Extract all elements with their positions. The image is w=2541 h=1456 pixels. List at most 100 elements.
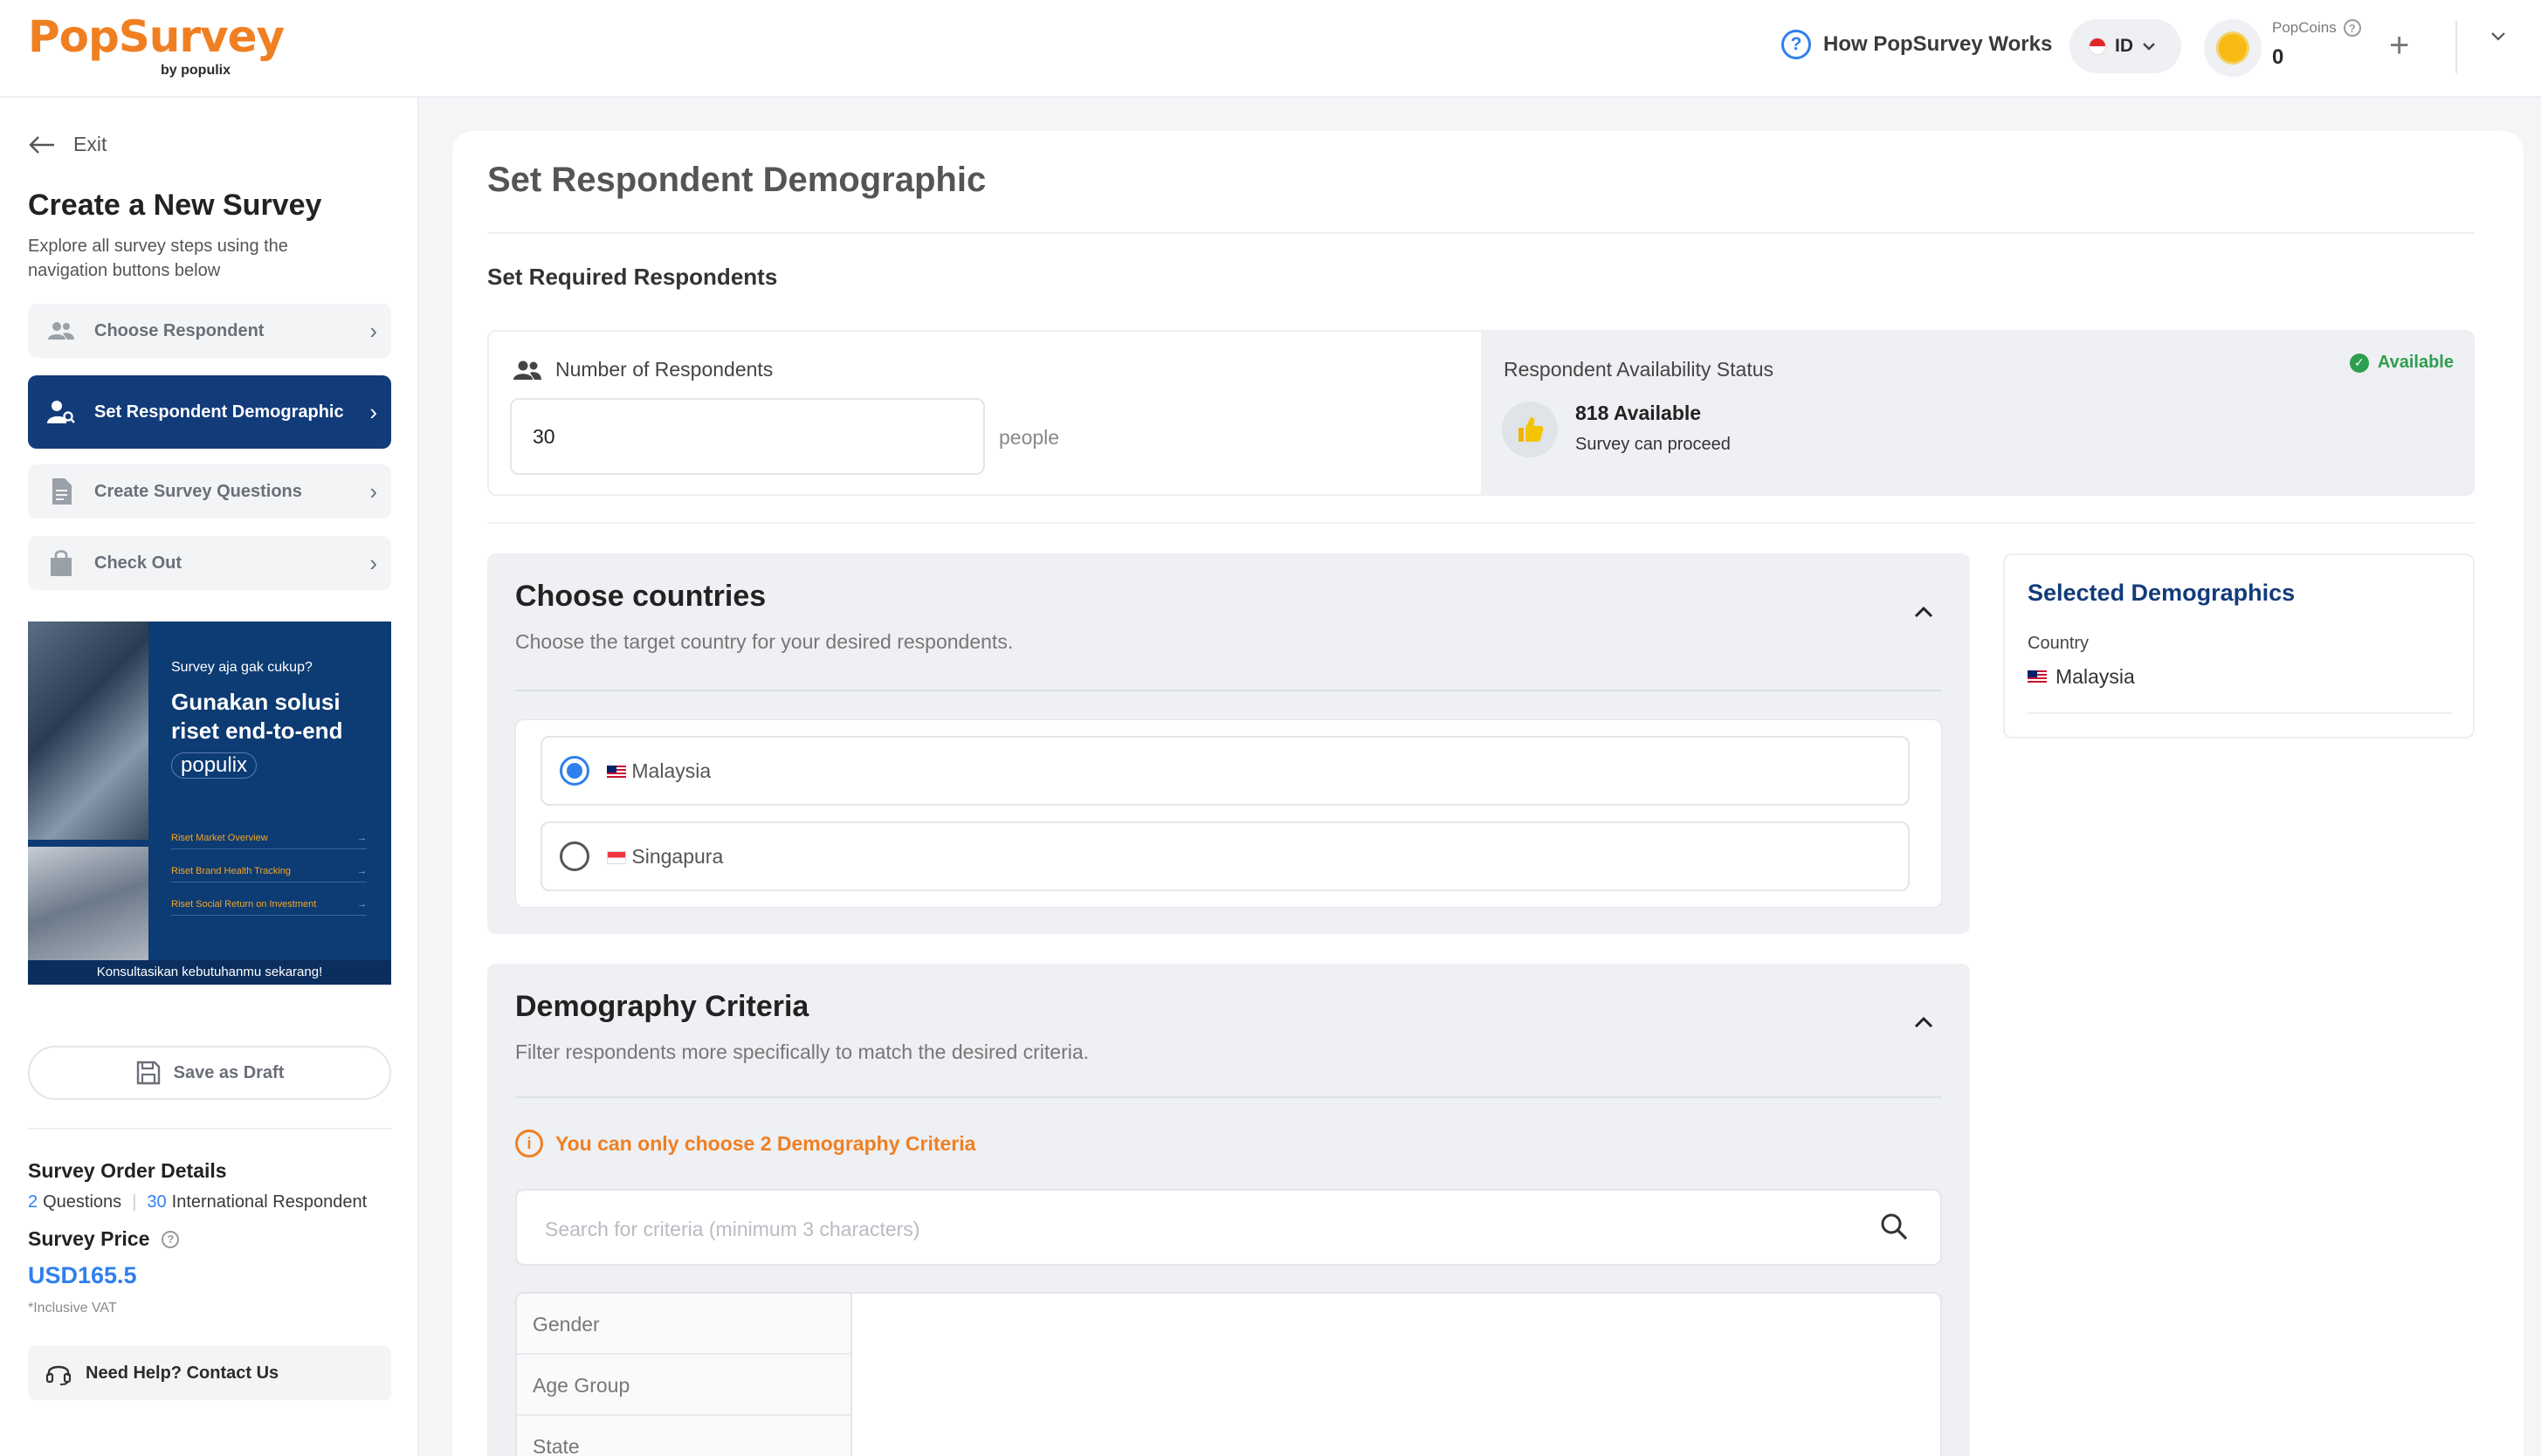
info-icon[interactable]: ? (2343, 19, 2361, 37)
sidebar: Exit Create a New Survey Explore all sur… (0, 98, 419, 1456)
people-icon (47, 317, 75, 345)
populix-promo-banner[interactable]: Survey aja gak cukup? Gunakan solusi ris… (28, 622, 391, 985)
headset-icon (45, 1365, 72, 1385)
divider (515, 1096, 1942, 1098)
availability-note: Survey can proceed (1575, 435, 1731, 454)
add-popcoins-button[interactable]: + (2389, 24, 2409, 66)
bag-icon (47, 549, 75, 577)
main-content-card: Set Respondent Demographic Set Required … (452, 131, 2524, 1456)
banner-link-sroi[interactable]: Riset Social Return on Investment → (171, 899, 367, 916)
step-check-out[interactable]: Check Out › (28, 536, 391, 590)
arrow-right-icon: → (357, 833, 367, 843)
demography-criteria-title: Demography Criteria (515, 990, 809, 1023)
respondents-box: Number of Respondents 30 people Responde… (487, 330, 2475, 496)
criteria-list: Gender Age Group State (517, 1294, 852, 1456)
order-summary: 2 Questions | 30 International Respondent (28, 1192, 368, 1212)
popcoins-label: PopCoins ? (2272, 19, 2361, 37)
number-of-respondents-section: Number of Respondents 30 people (489, 332, 1481, 494)
banner-link-market-overview[interactable]: Riset Market Overview → (171, 833, 367, 849)
chevron-up-icon[interactable] (1914, 1016, 1933, 1028)
criteria-item-state[interactable]: State (517, 1416, 850, 1456)
demography-criteria-description: Filter respondents more specifically to … (515, 1040, 1090, 1063)
banner-cta[interactable]: Konsultasikan kebutuhanmu sekarang! (28, 960, 391, 985)
criteria-selector: Gender Age Group State (515, 1292, 1942, 1456)
available-badge: ✓ Available (2349, 353, 2454, 373)
availability-section: Respondent Availability Status ✓ Availab… (1481, 332, 2473, 494)
chevron-up-icon[interactable] (1914, 606, 1933, 618)
demography-criteria-panel: Demography Criteria Filter respondents m… (487, 964, 1970, 1456)
divider (28, 1128, 391, 1130)
singapore-flag-icon (607, 850, 626, 864)
banner-photo-office (28, 622, 148, 840)
criteria-search-input[interactable] (545, 1210, 1811, 1248)
divider (487, 232, 2475, 234)
choose-countries-title: Choose countries (515, 580, 767, 613)
selected-country-label: Country (2028, 634, 2090, 653)
exit-button[interactable]: Exit (28, 133, 107, 156)
person-search-icon (47, 398, 75, 426)
step-choose-respondent[interactable]: Choose Respondent › (28, 304, 391, 358)
divider (2028, 712, 2452, 714)
radio-button[interactable] (560, 841, 589, 871)
malaysia-flag-icon (607, 765, 626, 779)
step-set-respondent-demographic[interactable]: Set Respondent Demographic › (28, 375, 391, 449)
arrow-right-icon: → (357, 866, 367, 876)
popsurvey-logo[interactable]: PopSurvey by populix (28, 12, 285, 78)
criteria-search-field[interactable] (515, 1189, 1942, 1266)
radio-button-selected[interactable] (560, 756, 589, 786)
chevron-right-icon: › (369, 477, 377, 505)
popcoins-avatar (2204, 19, 2262, 77)
populix-logo: populix (171, 752, 258, 779)
language-selector[interactable]: ID (2069, 19, 2181, 73)
banner-link-brand-health[interactable]: Riset Brand Health Tracking → (171, 866, 367, 883)
document-icon (47, 477, 75, 505)
info-circle-icon: i (515, 1130, 543, 1157)
respondents-count-input[interactable]: 30 (510, 398, 985, 475)
chevron-right-icon: › (369, 317, 377, 344)
how-popsurvey-works-link[interactable]: ? How PopSurvey Works (1781, 30, 2052, 59)
survey-price-value: USD165.5 (28, 1262, 137, 1288)
divider (515, 690, 1942, 691)
banner-photo-meeting (28, 847, 148, 960)
arrow-left-icon (29, 135, 54, 154)
arrow-right-icon: → (357, 899, 367, 910)
selected-country-value: Malaysia (2028, 665, 2135, 689)
available-count: 818 Available (1575, 402, 1702, 424)
criteria-item-gender[interactable]: Gender (517, 1294, 850, 1355)
save-icon (136, 1061, 160, 1085)
step-create-survey-questions[interactable]: Create Survey Questions › (28, 464, 391, 519)
people-icon (513, 361, 541, 380)
thumbs-up-icon (1502, 402, 1558, 457)
selected-demographics-card: Selected Demographics Country Malaysia (2003, 553, 2475, 738)
save-as-draft-button[interactable]: Save as Draft (28, 1046, 391, 1100)
survey-price-title: Survey Price ? (28, 1227, 180, 1251)
top-header: PopSurvey by populix ? How PopSurvey Wor… (0, 0, 2541, 98)
popcoins-balance: 0 (2272, 45, 2284, 69)
contact-help-button[interactable]: Need Help? Contact Us (28, 1346, 391, 1400)
required-respondents-title: Set Required Respondents (487, 264, 778, 290)
question-circle-icon: ? (1781, 30, 1811, 59)
choose-countries-panel: Choose countries Choose the target count… (487, 553, 1970, 934)
criteria-limit-warning: i You can only choose 2 Demography Crite… (515, 1130, 975, 1157)
country-option-singapura[interactable]: Singapura (541, 821, 1910, 891)
search-icon[interactable] (1879, 1212, 1909, 1241)
indonesia-flag-icon (2089, 38, 2106, 55)
sidebar-title: Create a New Survey (28, 189, 322, 222)
vat-note: *Inclusive VAT (28, 1301, 117, 1315)
divider (487, 522, 2475, 524)
coin-icon (2216, 31, 2249, 65)
order-details-title: Survey Order Details (28, 1159, 227, 1182)
country-options: Malaysia Singapura (515, 719, 1942, 908)
chevron-right-icon: › (369, 398, 377, 425)
country-option-malaysia[interactable]: Malaysia (541, 736, 1910, 806)
chevron-right-icon: › (369, 549, 377, 576)
criteria-item-age-group[interactable]: Age Group (517, 1355, 850, 1416)
choose-countries-description: Choose the target country for your desir… (515, 630, 1014, 653)
account-menu-chevron-icon[interactable] (2490, 31, 2506, 42)
respondents-unit: people (999, 426, 1060, 449)
info-icon[interactable]: ? (162, 1230, 180, 1248)
malaysia-flag-icon (2028, 670, 2047, 683)
chevron-down-icon (2143, 43, 2155, 51)
sidebar-description: Explore all survey steps using the navig… (28, 237, 288, 280)
page-title: Set Respondent Demographic (487, 161, 987, 199)
